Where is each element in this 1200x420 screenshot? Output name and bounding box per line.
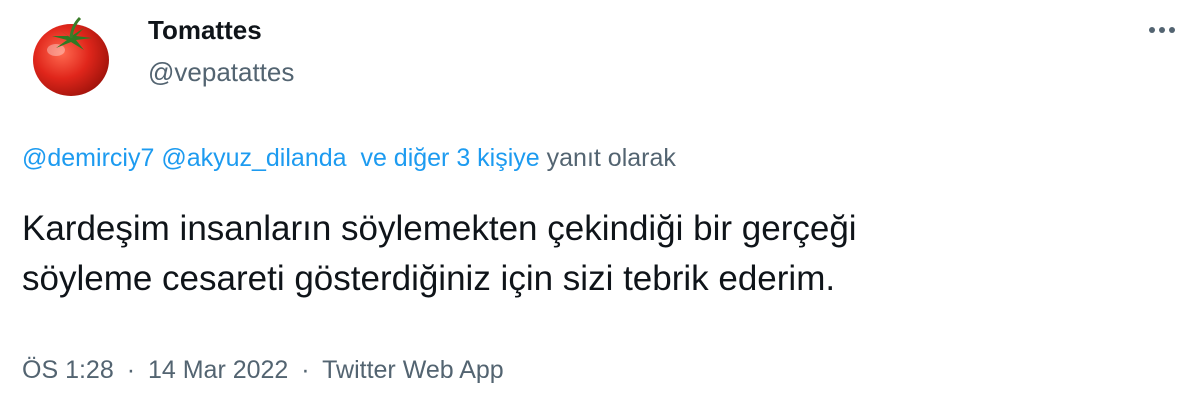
more-dots-icon bbox=[1149, 27, 1175, 33]
date-link[interactable]: 14 Mar 2022 bbox=[148, 356, 288, 384]
tweet-card: Tomattes @vepatattes @demirciy7 @akyuz_d… bbox=[0, 0, 1200, 420]
tweet-text-line: söyleme cesareti gösterdiğiniz için sizi… bbox=[22, 259, 836, 298]
display-name[interactable]: Tomattes bbox=[148, 14, 262, 46]
mention-link[interactable]: @akyuz_dilanda bbox=[161, 144, 346, 172]
others-link[interactable]: ve diğer 3 kişiye bbox=[360, 144, 539, 172]
more-options-button[interactable] bbox=[1142, 14, 1182, 46]
reply-context: @demirciy7 @akyuz_dilanda ve diğer 3 kiş… bbox=[22, 142, 676, 174]
avatar[interactable] bbox=[22, 4, 120, 102]
separator: · bbox=[301, 356, 310, 384]
tomato-icon bbox=[33, 16, 109, 96]
tweet-text-line: Kardeşim insanların söylemekten çekindiğ… bbox=[22, 209, 857, 248]
reply-suffix: yanıt olarak bbox=[546, 144, 676, 172]
tweet-metadata: ÖS 1:28 · 14 Mar 2022 · Twitter Web App bbox=[22, 354, 504, 386]
source-link[interactable]: Twitter Web App bbox=[322, 356, 504, 384]
user-handle[interactable]: @vepatattes bbox=[148, 56, 294, 88]
tweet-text: Kardeşim insanların söylemekten çekindiğ… bbox=[22, 204, 1172, 304]
timestamp-link[interactable]: ÖS 1:28 bbox=[22, 356, 114, 384]
separator: · bbox=[126, 356, 136, 384]
mention-link[interactable]: @demirciy7 bbox=[22, 144, 154, 172]
